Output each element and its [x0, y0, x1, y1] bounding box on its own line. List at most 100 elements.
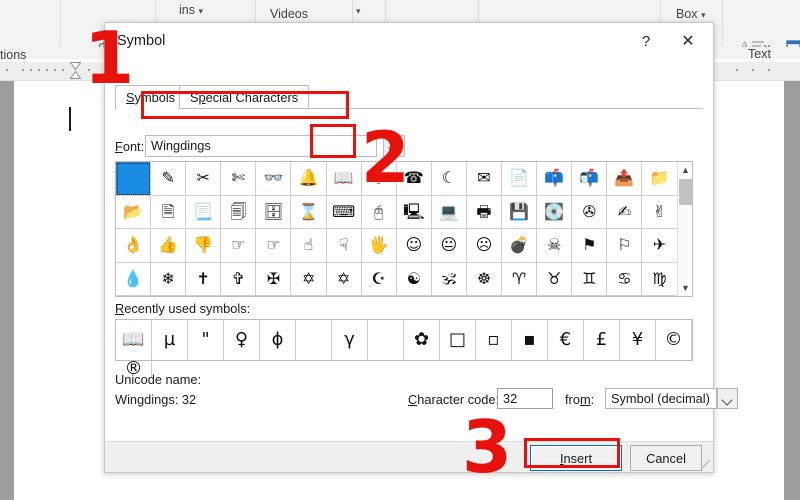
symbol-cell[interactable]: ☞: [256, 229, 291, 263]
symbol-cell[interactable]: 🖶: [467, 196, 502, 230]
symbol-cell[interactable]: 📬: [572, 162, 607, 196]
ribbon-item-dropdown[interactable]: ▾: [356, 3, 361, 17]
recent-symbol-cell[interactable]: ♀: [224, 320, 260, 360]
recent-symbol-cell[interactable]: €: [548, 320, 584, 360]
symbol-cell[interactable]: ⚑: [572, 229, 607, 263]
symbol-grid[interactable]: ✎✂✄👓🔔📖🕯☎☾✉📄📫📬📤📁📂🗎📃🗐🗄⌛⌨🖰🖳💻🖶💾💽✇✍✌👌👍👎☞☞☝☟🖐☺…: [116, 162, 678, 296]
symbol-cell[interactable]: 🗎: [151, 196, 186, 230]
symbol-cell[interactable]: ✡: [291, 263, 326, 297]
symbol-cell[interactable]: 📄: [502, 162, 537, 196]
recent-symbol-cell[interactable]: ©: [656, 320, 692, 360]
symbol-cell[interactable]: ⚐: [607, 229, 642, 263]
symbol-cell[interactable]: 🕯: [362, 162, 397, 196]
symbol-cell[interactable]: ♍: [642, 263, 677, 297]
symbol-cell[interactable]: ✈: [642, 229, 677, 263]
symbol-cell[interactable]: 🖰: [362, 196, 397, 230]
symbol-cell[interactable]: ✝: [186, 263, 221, 297]
symbol-cell[interactable]: 🗐: [221, 196, 256, 230]
scroll-down-icon[interactable]: ▼: [678, 280, 693, 296]
symbol-cell[interactable]: ☠: [537, 229, 572, 263]
recent-symbol-cell[interactable]: [368, 320, 404, 360]
recent-symbol-cell[interactable]: ϕ: [260, 320, 296, 360]
recent-symbol-cell[interactable]: [296, 320, 332, 360]
from-select[interactable]: Symbol (decimal): [605, 388, 717, 409]
symbol-cell[interactable]: ☞: [221, 229, 256, 263]
symbol-cell[interactable]: 📤: [607, 162, 642, 196]
symbol-cell[interactable]: ☹: [467, 229, 502, 263]
scroll-up-icon[interactable]: ▲: [678, 162, 693, 178]
ribbon-item-videos[interactable]: Videos: [270, 7, 308, 21]
symbol-cell-book[interactable]: 📖: [327, 162, 362, 196]
symbol-cell[interactable]: ☯: [397, 263, 432, 297]
symbol-cell[interactable]: ✉: [467, 162, 502, 196]
symbol-cell[interactable]: 🖳: [397, 196, 432, 230]
symbol-cell[interactable]: ☪: [362, 263, 397, 297]
symbol-cell[interactable]: ✍: [607, 196, 642, 230]
ribbon-item-box[interactable]: Box ▾: [676, 7, 706, 21]
recent-symbols-grid[interactable]: 📖µ"♀ϕγ✿□▫▪€£¥©®: [116, 320, 692, 360]
symbol-cell[interactable]: 📫: [537, 162, 572, 196]
symbol-cell[interactable]: 📂: [116, 196, 151, 230]
recent-symbol-cell[interactable]: ": [188, 320, 224, 360]
symbol-cell[interactable]: 👌: [116, 229, 151, 263]
symbol-cell[interactable]: 💧: [116, 263, 151, 297]
recent-symbol-cell[interactable]: £: [584, 320, 620, 360]
dialog-title-bar[interactable]: Symbol ? ✕: [105, 23, 713, 61]
recent-symbol-cell[interactable]: γ: [332, 320, 368, 360]
symbol-cell[interactable]: ✠: [256, 263, 291, 297]
from-dropdown-arrow-icon[interactable]: [717, 388, 738, 409]
symbol-cell[interactable]: 🔔: [291, 162, 326, 196]
symbol-cell[interactable]: ✞: [221, 263, 256, 297]
recent-symbol-cell[interactable]: µ: [152, 320, 188, 360]
symbol-cell[interactable]: ♈: [502, 263, 537, 297]
symbol-cell[interactable]: 💣: [502, 229, 537, 263]
scrollbar-thumb[interactable]: [679, 179, 692, 205]
symbol-cell[interactable]: 💻: [432, 196, 467, 230]
symbol-cell[interactable]: ✇: [572, 196, 607, 230]
font-input[interactable]: Wingdings: [145, 135, 377, 157]
symbol-cell[interactable]: ❄: [151, 263, 186, 297]
recent-symbol-cell[interactable]: □: [440, 320, 476, 360]
font-dropdown-arrow-icon[interactable]: [383, 135, 405, 157]
tab-special-characters[interactable]: Special Characters: [179, 85, 309, 108]
symbol-cell[interactable]: 💽: [537, 196, 572, 230]
symbol-cell[interactable]: 🗄: [256, 196, 291, 230]
recent-symbol-cell[interactable]: ✿: [404, 320, 440, 360]
symbol-cell[interactable]: ☾: [432, 162, 467, 196]
close-icon[interactable]: ✕: [675, 30, 701, 54]
symbol-cell[interactable]: ✄: [221, 162, 256, 196]
symbol-cell[interactable]: ♊: [572, 263, 607, 297]
symbol-cell[interactable]: 📁: [642, 162, 677, 196]
recent-symbol-cell[interactable]: ¥: [620, 320, 656, 360]
ribbon-item-ins[interactable]: ins ▾: [179, 3, 203, 17]
symbol-cell[interactable]: ⌨: [327, 196, 362, 230]
symbol-cell[interactable]: ✎: [151, 162, 186, 196]
help-icon[interactable]: ?: [633, 30, 659, 54]
symbol-grid-scrollbar[interactable]: ▲ ▼: [677, 162, 692, 296]
symbol-cell[interactable]: ♋: [607, 263, 642, 297]
cancel-button[interactable]: Cancel: [630, 445, 702, 471]
resize-grip[interactable]: [701, 460, 710, 469]
symbol-cell[interactable]: 😐: [432, 229, 467, 263]
symbol-cell[interactable]: ☸: [467, 263, 502, 297]
symbol-cell[interactable]: 🕉: [432, 263, 467, 297]
tab-symbols[interactable]: Symbols: [115, 85, 186, 108]
recent-symbol-cell[interactable]: ▪: [512, 320, 548, 360]
symbol-cell[interactable]: [116, 162, 151, 196]
symbol-cell[interactable]: ✌: [642, 196, 677, 230]
symbol-cell[interactable]: 👓: [256, 162, 291, 196]
symbol-cell[interactable]: ☺: [397, 229, 432, 263]
symbol-cell[interactable]: ✂: [186, 162, 221, 196]
symbol-cell[interactable]: ✡: [327, 263, 362, 297]
recent-symbol-cell[interactable]: ▫: [476, 320, 512, 360]
insert-button[interactable]: Insert: [530, 445, 622, 471]
symbol-cell[interactable]: ☎: [397, 162, 432, 196]
symbol-cell[interactable]: ♉: [537, 263, 572, 297]
symbol-cell[interactable]: 💾: [502, 196, 537, 230]
symbol-cell[interactable]: 👎: [186, 229, 221, 263]
symbol-cell[interactable]: 📃: [186, 196, 221, 230]
symbol-cell[interactable]: 👍: [151, 229, 186, 263]
symbol-cell[interactable]: ⌛: [291, 196, 326, 230]
recent-symbol-cell[interactable]: 📖: [116, 320, 152, 360]
character-code-input[interactable]: 32: [497, 388, 553, 409]
